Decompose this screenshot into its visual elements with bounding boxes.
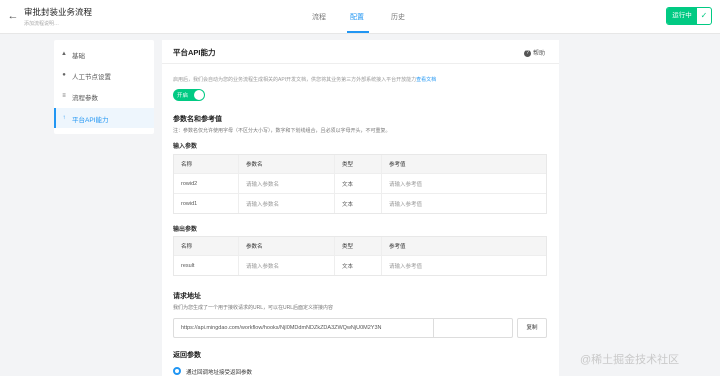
column-header: 名称: [181, 244, 193, 250]
settings-sidebar: ▲ 基础 ● 人工节点设置 ≡ 流程参数 ↑ 平台API能力: [54, 40, 154, 134]
sidebar-item-manual-node[interactable]: ● 人工节点设置: [54, 65, 154, 85]
output-params-title: 输出参数: [173, 227, 198, 233]
sidebar-item-label: 平台API能力: [72, 117, 109, 124]
api-enable-toggle[interactable]: 开启: [173, 89, 205, 101]
api-description: 启用后，我们会自动为您的业务流程生成相关的API开发文档，供您将其业务第三方外部…: [173, 76, 436, 83]
table-row: result 请输入参数名 文本 请输入参考值: [174, 255, 546, 275]
params-icon: ≡: [62, 93, 66, 99]
column-header: 参数名: [238, 237, 334, 255]
request-url-field[interactable]: https://api.mingdao.com/workflow/hooks/N…: [173, 318, 513, 338]
help-icon: ?: [524, 49, 531, 57]
column-header: 名称: [181, 162, 193, 168]
check-icon: ✓: [700, 11, 708, 20]
return-params-title: 返回参数: [173, 352, 201, 359]
sidebar-item-label: 流程参数: [72, 95, 98, 102]
table-row: rowid2 请输入参数名 文本 请输入参考值: [174, 173, 546, 193]
request-url-value: https://api.mingdao.com/workflow/hooks/N…: [181, 325, 382, 331]
param-name-input[interactable]: 请输入参数名: [238, 256, 334, 275]
column-header: 类型: [334, 237, 381, 255]
ref-value-input[interactable]: 请输入参考值: [381, 194, 548, 213]
arrow-left-icon[interactable]: ←: [6, 9, 20, 23]
sidebar-item-label: 人工节点设置: [72, 74, 111, 81]
output-params-table: 名称 参数名 类型 参考值 result 请输入参数名 文本 请输入参考值: [173, 236, 547, 276]
table-row: rowid1 请输入参数名 文本 请输入参考值: [174, 193, 546, 213]
sidebar-item-platform-api[interactable]: ↑ 平台API能力: [54, 108, 154, 128]
param-name: result: [181, 262, 195, 269]
ref-value-input[interactable]: 请输入参考值: [381, 174, 548, 193]
tab-history[interactable]: 历史: [391, 12, 405, 22]
url-suffix-divider: [433, 319, 434, 337]
upload-icon: ↑: [62, 115, 66, 121]
org-chart-icon: ▲: [61, 51, 67, 57]
ref-value-input[interactable]: 请输入参考值: [381, 256, 548, 275]
active-tab-indicator: [347, 31, 369, 33]
platform-api-panel: 平台API能力 ? 帮助 启用后，我们会自动为您的业务流程生成相关的API开发文档…: [162, 40, 559, 376]
param-type: 文本: [334, 194, 381, 213]
callback-radio-label: 通过回调地址接受返回参数: [186, 370, 253, 376]
param-name: rowid2: [181, 180, 198, 187]
copy-button[interactable]: 复制: [517, 318, 547, 338]
request-url-note: 我们为您生成了一个用于接收请求的URL，可以在URL后面定义拼接内容: [173, 305, 334, 311]
workflow-subtitle[interactable]: 添加流程说明…: [24, 20, 59, 27]
column-header: 参考值: [381, 237, 548, 255]
help-link[interactable]: ? 帮助: [524, 48, 545, 57]
input-params-table: 名称 参数名 类型 参考值 rowid2 请输入参数名 文本 请输入参考值 ro…: [173, 154, 547, 214]
param-type: 文本: [334, 256, 381, 275]
run-status-button[interactable]: 运行中 ✓: [666, 7, 712, 25]
params-section-title: 参数名和参考值: [173, 116, 222, 123]
table-header-row: 名称 参数名 类型 参考值: [174, 155, 546, 173]
tab-config[interactable]: 配置: [350, 12, 364, 22]
view-docs-link[interactable]: 查看文档: [416, 77, 436, 83]
input-params-title: 输入参数: [173, 144, 198, 150]
table-header-row: 名称 参数名 类型 参考值: [174, 237, 546, 255]
toggle-label: 开启: [177, 93, 189, 99]
tab-flow[interactable]: 流程: [312, 12, 326, 22]
run-status-label: 运行中: [667, 8, 697, 24]
request-url-title: 请求地址: [173, 293, 201, 300]
sidebar-item-basic[interactable]: ▲ 基础: [54, 44, 154, 64]
param-name-input[interactable]: 请输入参数名: [238, 194, 334, 213]
param-name-input[interactable]: 请输入参数名: [238, 174, 334, 193]
params-note: 注：参数名仅允许使用字母（不区分大小写），数字和下划线组合，且必须以字母开头，不…: [173, 128, 391, 134]
description-text: 启用后，我们会自动为您的业务流程生成相关的API开发文档，供您将其业务第三方外部…: [173, 77, 417, 83]
watermark: @稀土掘金技术社区: [580, 354, 680, 366]
workflow-title[interactable]: 审批封装业务流程: [24, 6, 92, 18]
app-header: ← 审批封装业务流程 添加流程说明… 流程 配置 历史 运行中 ✓: [0, 0, 720, 34]
param-name: rowid1: [181, 200, 198, 207]
callback-radio[interactable]: [173, 367, 181, 375]
param-type: 文本: [334, 174, 381, 193]
column-header: 参数名: [238, 155, 334, 173]
toggle-knob: [194, 90, 204, 100]
help-label: 帮助: [533, 51, 546, 57]
column-header: 类型: [334, 155, 381, 173]
panel-title: 平台API能力: [173, 48, 216, 57]
sidebar-item-flow-params[interactable]: ≡ 流程参数: [54, 86, 154, 106]
sidebar-item-label: 基础: [72, 53, 85, 60]
panel-header: 平台API能力 ? 帮助: [162, 40, 559, 64]
column-header: 参考值: [381, 155, 548, 173]
user-icon: ●: [62, 72, 66, 78]
